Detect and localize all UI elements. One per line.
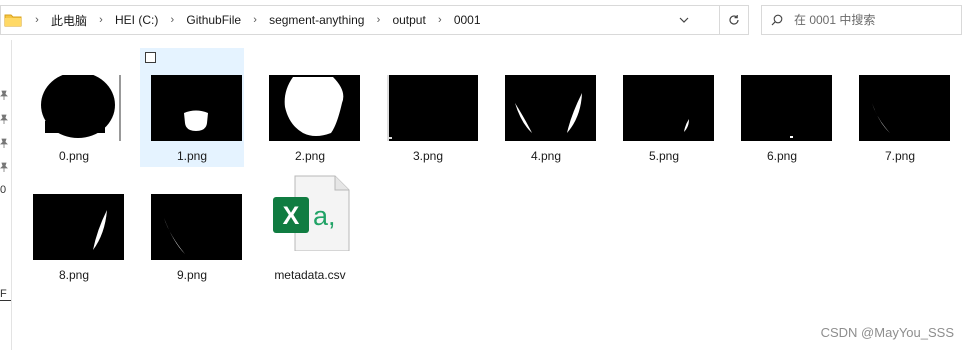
file-item-3-png[interactable]: 3.png [376, 48, 480, 167]
file-name: 8.png [58, 268, 90, 282]
file-item-7-png[interactable]: 7.png [848, 48, 952, 167]
image-thumbnail [387, 75, 478, 141]
file-item-4-png[interactable]: 4.png [494, 48, 598, 167]
image-thumbnail [151, 194, 242, 260]
csv-glyph: a, [313, 201, 336, 231]
image-thumbnail [505, 75, 596, 141]
image-thumbnail [859, 75, 950, 141]
file-item-metadata-csv[interactable]: X a, metadata.csv [258, 167, 362, 286]
breadcrumb-segment-anything[interactable]: segment-anything [267, 13, 366, 27]
file-name: 7.png [884, 149, 916, 163]
search-icon [762, 14, 792, 26]
divider [0, 300, 11, 301]
breadcrumb-current-folder[interactable]: 0001 [452, 13, 483, 27]
breadcrumb-this-pc[interactable]: 此电脑 [49, 12, 89, 29]
image-thumbnail [33, 75, 124, 141]
file-name: 3.png [412, 149, 444, 163]
file-item-2-png[interactable]: 2.png [258, 48, 362, 167]
image-thumbnail [623, 75, 714, 141]
folder-icon [4, 14, 22, 27]
nav-item-fragment[interactable]: F [0, 288, 7, 300]
pane-divider[interactable] [11, 40, 12, 350]
file-name: 0.png [58, 149, 90, 163]
file-item-0-png[interactable]: 0.png [22, 48, 126, 167]
excel-csv-icon: X a, [273, 175, 350, 251]
pin-icon [0, 138, 8, 148]
image-thumbnail [741, 75, 832, 141]
selection-checkbox[interactable] [145, 52, 156, 63]
file-name: 9.png [176, 268, 208, 282]
chevron-right-icon[interactable]: › [160, 14, 184, 26]
address-bar[interactable]: › 此电脑 › HEI (C:) › GithubFile › segment-… [0, 5, 720, 35]
navigation-pane-edge[interactable]: 0 F [0, 40, 12, 350]
refresh-icon [729, 15, 739, 25]
image-thumbnail [33, 194, 124, 260]
file-item-6-png[interactable]: 6.png [730, 48, 834, 167]
file-name: 2.png [294, 149, 326, 163]
breadcrumb: › 此电脑 › HEI (C:) › GithubFile › segment-… [25, 6, 483, 34]
pin-icon [0, 114, 8, 124]
breadcrumb-drive[interactable]: HEI (C:) [113, 13, 160, 27]
nav-item-fragment[interactable]: 0 [0, 184, 6, 196]
file-name: 5.png [648, 149, 680, 163]
address-history-dropdown[interactable] [672, 6, 696, 34]
chevron-right-icon[interactable]: › [243, 14, 267, 26]
breadcrumb-output[interactable]: output [390, 13, 427, 27]
watermark: CSDN @MayYou_SSS [820, 325, 954, 340]
chevron-down-icon [679, 17, 689, 23]
file-item-8-png[interactable]: 8.png [22, 167, 126, 286]
chevron-right-icon[interactable]: › [428, 14, 452, 26]
file-name: metadata.csv [274, 268, 346, 282]
pin-icon [0, 90, 8, 100]
file-item-9-png[interactable]: 9.png [140, 167, 244, 286]
chevron-right-icon[interactable]: › [25, 14, 49, 26]
file-name: 1.png [176, 149, 208, 163]
file-item-5-png[interactable]: 5.png [612, 48, 716, 167]
image-thumbnail [151, 75, 242, 141]
file-name: 6.png [766, 149, 798, 163]
file-name: 4.png [530, 149, 562, 163]
breadcrumb-githubfile[interactable]: GithubFile [184, 13, 243, 27]
chevron-right-icon[interactable]: › [366, 14, 390, 26]
search-input[interactable] [792, 12, 956, 28]
chevron-right-icon[interactable]: › [89, 14, 113, 26]
search-box[interactable] [761, 5, 962, 35]
excel-letter: X [283, 202, 300, 230]
pin-icon [0, 162, 8, 172]
refresh-button[interactable] [720, 5, 749, 35]
image-thumbnail [269, 75, 360, 141]
file-item-1-png[interactable]: 1.png [140, 48, 244, 167]
